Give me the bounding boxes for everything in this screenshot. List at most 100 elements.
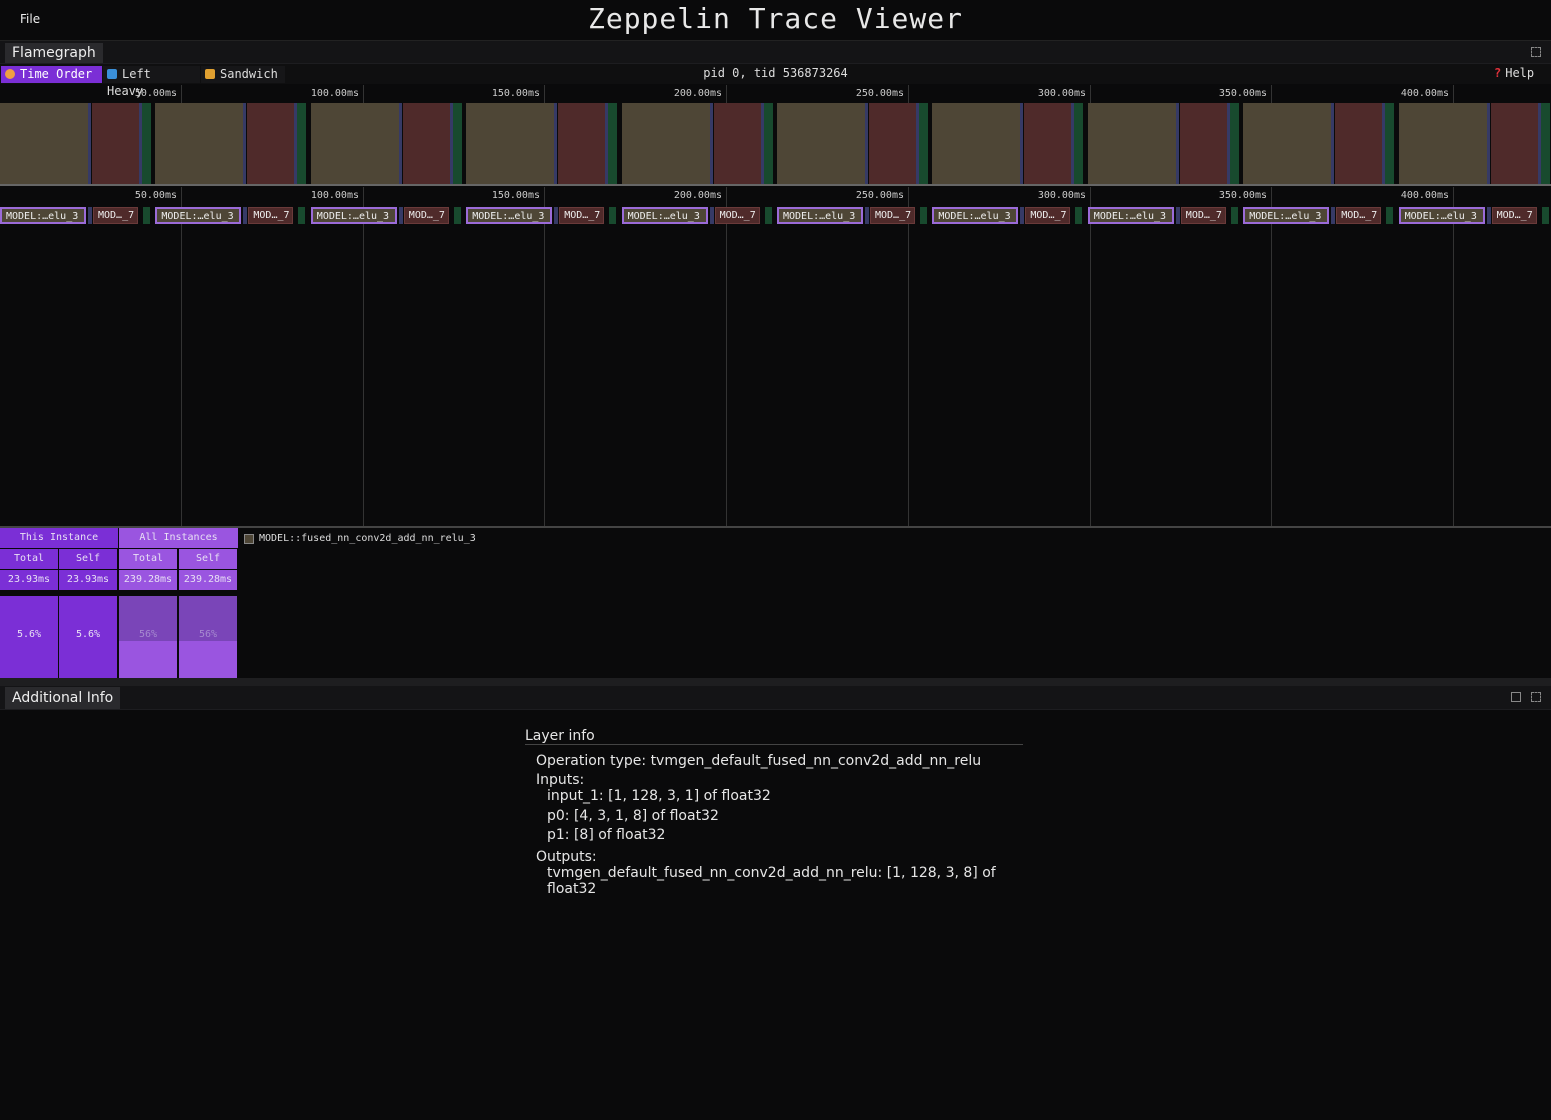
flame-frame[interactable]: MOD…_7 bbox=[870, 207, 915, 224]
tab-flamegraph[interactable]: Flamegraph bbox=[5, 43, 103, 63]
flame-frame[interactable] bbox=[1331, 207, 1336, 224]
flame-frame[interactable] bbox=[1486, 207, 1491, 224]
flame-frame[interactable] bbox=[865, 207, 869, 224]
minimap-divider[interactable] bbox=[0, 184, 1551, 186]
flame-frame[interactable] bbox=[609, 207, 617, 224]
flame-frame[interactable]: MODEL:…elu_3 bbox=[466, 207, 553, 224]
flame-frame[interactable] bbox=[554, 207, 559, 224]
stat-column-header: Total bbox=[0, 549, 58, 569]
minimap-segment[interactable] bbox=[155, 103, 244, 184]
flame-frame[interactable]: MODEL:…elu_3 bbox=[1087, 207, 1174, 224]
flame-frame[interactable]: MOD…_7 bbox=[714, 207, 760, 224]
minimap-segment[interactable] bbox=[142, 103, 151, 184]
flame-frame[interactable] bbox=[453, 207, 461, 224]
flame-frame[interactable]: MODEL:…elu_3 bbox=[621, 207, 708, 224]
flame-frame[interactable]: MOD…_7 bbox=[559, 207, 605, 224]
flame-frame[interactable] bbox=[143, 207, 150, 224]
popout-icon[interactable] bbox=[1511, 692, 1521, 702]
minimap-segment[interactable] bbox=[1087, 103, 1176, 184]
minimap-segment[interactable] bbox=[713, 103, 761, 184]
minimap-segment[interactable] bbox=[865, 103, 868, 184]
minimap-segment[interactable] bbox=[398, 103, 402, 184]
minimap-segment[interactable] bbox=[777, 103, 865, 184]
minimap-segment[interactable] bbox=[919, 103, 928, 184]
minimap-segment[interactable] bbox=[1335, 103, 1383, 184]
flame-frame[interactable]: MODEL:…elu_3 bbox=[777, 207, 863, 224]
flame-frame[interactable]: MOD…_7 bbox=[403, 207, 449, 224]
flame-frame[interactable]: MODEL:…elu_3 bbox=[0, 207, 86, 224]
flame-frame[interactable]: MOD…_7 bbox=[248, 207, 294, 224]
minimap-segment[interactable] bbox=[1385, 103, 1395, 184]
flame-frame[interactable]: MODEL:…elu_3 bbox=[1243, 207, 1330, 224]
minimap-segment[interactable] bbox=[1074, 103, 1084, 184]
minimap-segment[interactable] bbox=[1175, 103, 1179, 184]
minimap-segment[interactable] bbox=[621, 103, 710, 184]
flame-frame[interactable]: MOD…_7 bbox=[93, 207, 138, 224]
minimap-segment[interactable] bbox=[310, 103, 399, 184]
minimap-segment[interactable] bbox=[932, 103, 1021, 184]
flame-frame[interactable]: MOD…_7 bbox=[1025, 207, 1071, 224]
minimap-segment[interactable] bbox=[88, 103, 91, 184]
minimap-segment[interactable] bbox=[243, 103, 247, 184]
flame-frame[interactable]: MODEL:…elu_3 bbox=[310, 207, 397, 224]
minimap-segment[interactable] bbox=[92, 103, 139, 184]
minimap-segment[interactable] bbox=[1229, 103, 1239, 184]
flame-tick-label: 100.00ms bbox=[310, 190, 359, 201]
input-entry: p0: [4, 3, 1, 8] of float32 bbox=[547, 807, 719, 824]
minimap-segment[interactable] bbox=[558, 103, 606, 184]
panel-splitter[interactable] bbox=[0, 678, 1551, 686]
minimap-segment[interactable] bbox=[763, 103, 773, 184]
minimap-segment[interactable] bbox=[1243, 103, 1332, 184]
flame-frame[interactable] bbox=[764, 207, 772, 224]
minimap-segment[interactable] bbox=[869, 103, 916, 184]
flame-frame[interactable]: MODEL:…elu_3 bbox=[932, 207, 1019, 224]
minimap-segment[interactable] bbox=[297, 103, 307, 184]
flame-frame[interactable]: MOD…_7 bbox=[1336, 207, 1382, 224]
maximize-icon[interactable] bbox=[1531, 692, 1541, 702]
minimap-segment[interactable] bbox=[247, 103, 295, 184]
flame-grid-line bbox=[1090, 187, 1091, 526]
minimap-segment[interactable] bbox=[1179, 103, 1227, 184]
minimap-segment[interactable] bbox=[1024, 103, 1072, 184]
flame-frame[interactable] bbox=[88, 207, 92, 224]
minimap-segment[interactable] bbox=[1540, 103, 1550, 184]
minimap-segment[interactable] bbox=[1486, 103, 1490, 184]
flame-frame[interactable] bbox=[243, 207, 248, 224]
minimap-segment[interactable] bbox=[402, 103, 450, 184]
tab-additional-info[interactable]: Additional Info bbox=[5, 687, 121, 709]
minimap-segment[interactable] bbox=[1490, 103, 1538, 184]
flame-frame[interactable] bbox=[1230, 207, 1238, 224]
minimap-tick-label: 150.00ms bbox=[491, 88, 540, 99]
flame-frame[interactable] bbox=[1020, 207, 1025, 224]
minimap-segment[interactable] bbox=[452, 103, 462, 184]
flame-frame[interactable] bbox=[398, 207, 403, 224]
flame-frame[interactable]: MODEL:…elu_3 bbox=[1398, 207, 1485, 224]
flame-frame[interactable]: MOD…_7 bbox=[1180, 207, 1226, 224]
minimap-tick-label: 50.00ms bbox=[134, 88, 177, 99]
flame-frame[interactable] bbox=[1386, 207, 1394, 224]
flamegraph-panel-header: Flamegraph bbox=[0, 41, 1551, 64]
minimap-segment[interactable] bbox=[1020, 103, 1024, 184]
input-entry: p1: [8] of float32 bbox=[547, 827, 666, 843]
minimap-tick-line bbox=[1271, 85, 1272, 103]
minimap-tick-line bbox=[181, 85, 182, 103]
flame-frame[interactable] bbox=[1541, 207, 1549, 224]
minimap-segment[interactable] bbox=[1331, 103, 1335, 184]
flame-frame[interactable] bbox=[920, 207, 927, 224]
minimap-segment[interactable] bbox=[709, 103, 713, 184]
minimap-segment[interactable] bbox=[608, 103, 618, 184]
flame-frame[interactable]: MODEL:…elu_3 bbox=[155, 207, 242, 224]
help-button[interactable]: ? Help bbox=[1494, 66, 1534, 80]
maximize-icon[interactable] bbox=[1531, 47, 1541, 57]
flame-frame[interactable]: MOD…_7 bbox=[1491, 207, 1537, 224]
minimap-segment[interactable] bbox=[1398, 103, 1487, 184]
flame-frame[interactable] bbox=[298, 207, 306, 224]
flame-frame[interactable] bbox=[709, 207, 714, 224]
flame-frame[interactable] bbox=[1075, 207, 1083, 224]
flame-frame[interactable] bbox=[1175, 207, 1180, 224]
minimap-tick-line bbox=[544, 85, 545, 103]
minimap-segment[interactable] bbox=[554, 103, 558, 184]
minimap-segment[interactable] bbox=[0, 103, 88, 184]
stat-percent-fill bbox=[119, 641, 177, 678]
minimap-segment[interactable] bbox=[466, 103, 555, 184]
